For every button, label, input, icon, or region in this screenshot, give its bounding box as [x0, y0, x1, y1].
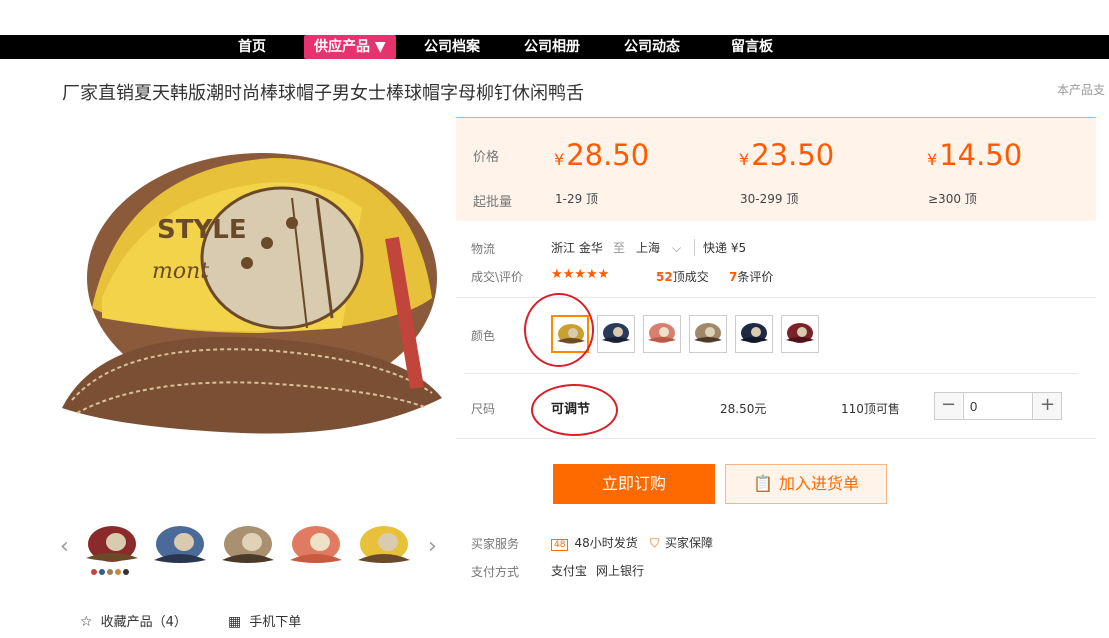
size-label: 尺码 [471, 402, 496, 416]
thumbnail-4[interactable] [286, 518, 346, 578]
qr-code-icon: ▦ [228, 614, 242, 630]
currency-symbol: ¥ [739, 150, 750, 169]
payment-label: 支付方式 [471, 565, 520, 579]
color-swatch-dark-blue[interactable] [735, 315, 773, 353]
logistics-from: 浙江 金华 [551, 241, 603, 255]
page: 首页 供应产品 ▼ 公司档案 公司相册 公司动态 留言板 厂家直销夏天韩版潮时尚… [0, 0, 1109, 638]
destination-value: 上海 [636, 241, 661, 255]
destination-select[interactable]: 上海 ⌵ [636, 239, 681, 256]
buyer-protection-label: 买家保障 [665, 536, 714, 550]
color-swatch-khaki[interactable] [689, 315, 727, 353]
thumbnail-5[interactable] [354, 518, 414, 578]
deal-count: 52顶成交 [656, 268, 709, 285]
thumbnail-3[interactable] [218, 518, 278, 578]
nav-home[interactable]: 首页 [238, 35, 266, 59]
deals-label: 成交\评价 [471, 270, 524, 284]
qty-tier-3: ≥300 顶 [928, 192, 977, 206]
quantity-stepper: − + [934, 392, 1062, 420]
payment-alipay: 支付宝 [551, 564, 588, 578]
thumbnail-strip: ‹ › [60, 518, 442, 578]
cap-swatch-icon [648, 323, 676, 343]
quantity-input[interactable] [963, 393, 1033, 419]
add-to-cart-label: 加入进货单 [778, 474, 859, 493]
service-label: 买家服务 [471, 537, 520, 551]
color-swatch-navy[interactable] [597, 315, 635, 353]
thumb-next-arrow[interactable]: › [428, 534, 437, 559]
price-label: 价格 [473, 150, 500, 165]
payment-online-bank: 网上银行 [596, 564, 645, 578]
hours-48-icon: 48 [551, 539, 569, 551]
shield-icon: ⛉ [650, 536, 660, 550]
review-count-link[interactable]: 7条评价 [729, 268, 773, 285]
cap-swatch-icon [786, 323, 814, 343]
product-title: 厂家直销夏天韩版潮时尚棒球帽子男女士棒球帽字母柳钉休闲鸭舌 [62, 83, 584, 104]
top-nav: 首页 供应产品 ▼ 公司档案 公司相册 公司动态 留言板 [0, 35, 1109, 59]
svg-text:STYLE: STYLE [157, 215, 247, 245]
clipboard-icon: 📋 [753, 474, 773, 493]
qty-tier-1: 1-29 顶 [555, 192, 599, 206]
price-value: 28.50 [566, 138, 650, 172]
decrement-button[interactable]: − [935, 393, 962, 419]
divider [464, 373, 1077, 374]
nav-products[interactable]: 供应产品 ▼ [304, 35, 396, 59]
size-price: 28.50元 [720, 402, 767, 416]
service-48h-label: 48小时发货 [574, 536, 638, 550]
qty-tier-2: 30-299 顶 [740, 192, 799, 206]
favorite-product[interactable]: ☆ 收藏产品（4） [80, 611, 187, 630]
thumb-prev-arrow[interactable]: ‹ [60, 534, 69, 559]
increment-button[interactable]: + [1034, 393, 1061, 419]
favorite-label: 收藏产品（4） [100, 615, 187, 630]
cap-swatch-icon [740, 323, 768, 343]
price-tier-2: ¥23.50 [739, 138, 834, 172]
main-product-image: STYLE mont [62, 128, 442, 488]
cap-swatch-icon [602, 323, 630, 343]
cap-thumb-icon [222, 526, 274, 563]
service-48h: 48 48小时发货 [551, 534, 638, 551]
shipping-fee: 快递 ¥5 [694, 239, 746, 256]
price-value: 23.50 [751, 138, 835, 172]
buy-now-button[interactable]: 立即订购 [553, 464, 715, 504]
thumbnail-2[interactable] [150, 518, 210, 578]
size-stock: 110顶可售 [841, 402, 900, 416]
add-to-cart-button[interactable]: 📋 加入进货单 [725, 464, 887, 504]
deal-count-suffix: 顶成交 [672, 270, 709, 284]
color-swatch-pink[interactable] [643, 315, 681, 353]
moq-label: 起批量 [473, 195, 513, 210]
cap-thumb-icon [154, 526, 206, 563]
mobile-order-label: 手机下单 [249, 615, 302, 630]
chevron-down-icon: ⌵ [672, 241, 682, 255]
service-buyer-protection: ⛉ 买家保障 [650, 534, 713, 551]
star-outline-icon: ☆ [80, 614, 93, 630]
divider [456, 438, 1096, 439]
price-tier-3: ¥14.50 [927, 138, 1022, 172]
nav-company-news[interactable]: 公司动态 [624, 35, 680, 59]
annotation-circle-size [531, 384, 618, 436]
rating-stars: ★★★★★ [551, 267, 610, 282]
annotation-circle-color [524, 293, 594, 367]
color-swatch-burgundy[interactable] [781, 315, 819, 353]
currency-symbol: ¥ [927, 150, 938, 169]
cap-swatch-icon [694, 323, 722, 343]
price-tier-1: ¥28.50 [554, 138, 649, 172]
logistics-to-word: 至 [613, 241, 626, 255]
cap-image: STYLE mont [62, 153, 442, 434]
price-value: 14.50 [939, 138, 1023, 172]
mobile-order[interactable]: ▦ 手机下单 [228, 611, 301, 630]
price-panel: 价格 起批量 ¥28.50 ¥23.50 ¥14.50 1-29 顶 30-29… [456, 117, 1096, 221]
nav-message-board[interactable]: 留言板 [731, 35, 773, 59]
currency-symbol: ¥ [554, 150, 565, 169]
review-count-suffix: 条评价 [737, 270, 774, 284]
cap-thumb-icon [86, 526, 138, 575]
nav-company-album[interactable]: 公司相册 [524, 35, 580, 59]
side-note: 本产品支 [1057, 83, 1106, 97]
cap-thumb-icon [358, 526, 410, 563]
svg-text:mont: mont [152, 259, 209, 284]
deal-count-number: 52 [656, 270, 673, 284]
thumbnail-1[interactable] [82, 518, 142, 578]
cap-thumb-icon [290, 526, 342, 563]
nav-company-profile[interactable]: 公司档案 [424, 35, 480, 59]
color-label: 颜色 [471, 329, 496, 343]
logistics-label: 物流 [471, 242, 496, 256]
